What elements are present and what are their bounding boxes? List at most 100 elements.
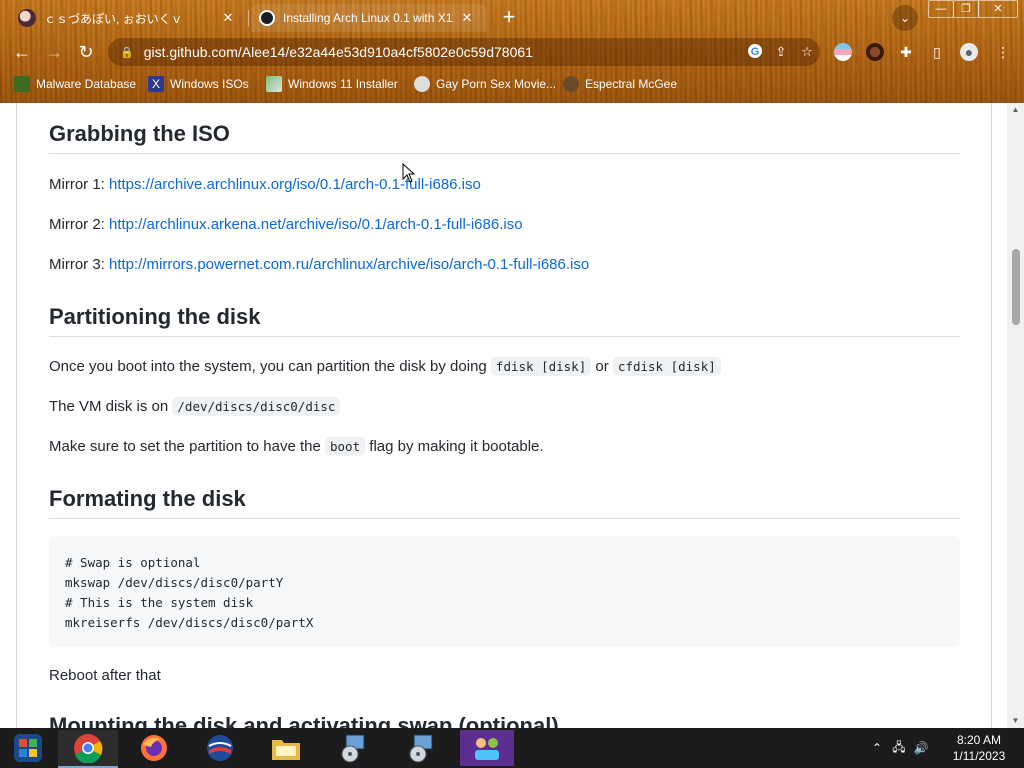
- lock-icon: 🔒: [120, 46, 134, 59]
- heading-mounting-disk: Mounting the disk and activating swap (o…: [49, 713, 960, 728]
- taskbar-network-app[interactable]: [460, 730, 514, 766]
- minimize-button[interactable]: —: [928, 0, 954, 18]
- forward-button[interactable]: →: [40, 38, 68, 66]
- bookmark-malware-database[interactable]: Malware Database: [14, 74, 136, 94]
- bookmark-windows-11-installer[interactable]: Windows 11 Installer: [266, 74, 398, 94]
- text: Reboot after that: [49, 667, 161, 684]
- text: The VM disk is on: [49, 398, 173, 415]
- mirror-1-link[interactable]: https://archive.archlinux.org/iso/0.1/ar…: [109, 176, 481, 193]
- browser-frame: ｃｓづあぽい, ぉおいくｖ ✕ Installing Arch Linux 0.…: [0, 0, 1024, 103]
- puzzle-extensions-icon[interactable]: ✚: [897, 43, 915, 61]
- flag-extension-icon[interactable]: [834, 43, 852, 61]
- windows-taskbar: ⌃ 🖧 🔊 8:20 AM 1/11/2023: [0, 728, 1024, 768]
- taskbar-vm-app-1[interactable]: [324, 730, 384, 766]
- close-window-button[interactable]: ✕: [978, 0, 1018, 18]
- menu-kebab-icon[interactable]: ⋮: [994, 43, 1012, 61]
- computer-cd-icon: [341, 734, 365, 763]
- tab-close-icon[interactable]: ✕: [220, 10, 236, 26]
- system-tray: ⌃ 🖧 🔊: [870, 728, 932, 768]
- taskbar-file-explorer[interactable]: [256, 730, 316, 766]
- github-icon: [259, 10, 275, 26]
- code-line: mkswap /dev/discs/disc0/partY: [65, 575, 284, 590]
- inline-code-disk-path: /dev/discs/disc0/disc: [172, 397, 341, 416]
- mouse-cursor-icon: [402, 163, 416, 183]
- arrow-right-icon: →: [45, 42, 63, 62]
- character-icon: [563, 76, 579, 92]
- mirror-3-paragraph: Mirror 3: http://mirrors.powernet.com.ru…: [49, 256, 589, 273]
- partition-paragraph-3: Make sure to set the partition to have t…: [49, 437, 544, 456]
- tab-title: ｃｓづあぽい, ぉおいくｖ: [44, 11, 183, 26]
- new-tab-button[interactable]: +: [496, 5, 522, 31]
- tab-separator: [248, 10, 249, 26]
- clock-date: 1/11/2023: [952, 749, 1006, 763]
- start-button[interactable]: [0, 730, 56, 766]
- scrollbar-thumb[interactable]: [1012, 249, 1020, 325]
- tab-search-button[interactable]: ⌄: [892, 5, 918, 31]
- clock-time: 8:20 AM: [956, 733, 1002, 747]
- google-lens-icon[interactable]: G: [742, 43, 768, 62]
- arrow-left-icon: ←: [13, 42, 31, 62]
- bookmark-star-icon[interactable]: ☆: [794, 44, 820, 60]
- share-icon[interactable]: ⇪: [768, 44, 794, 60]
- taskbar-app-globe[interactable]: [190, 730, 250, 766]
- x-logo-icon: X: [148, 76, 164, 92]
- tab-close-icon[interactable]: ✕: [459, 10, 475, 26]
- maximize-button[interactable]: ❐: [953, 0, 979, 18]
- account-avatar-icon[interactable]: ●: [960, 43, 978, 61]
- back-button[interactable]: ←: [8, 38, 36, 66]
- mirror-2-paragraph: Mirror 2: http://archlinux.arkena.net/ar…: [49, 216, 523, 233]
- bookmark-windows-isos[interactable]: X Windows ISOs: [148, 74, 249, 94]
- address-bar[interactable]: 🔒 gist.github.com/Alee14/e32a44e53d910a4…: [108, 38, 820, 66]
- bookmark-label: Espectral McGee: [585, 77, 678, 91]
- tab-gist[interactable]: Installing Arch Linux 0.1 with X11 ✕: [251, 4, 487, 32]
- inline-code-boot: boot: [325, 437, 366, 456]
- profile-extension-icon[interactable]: [866, 43, 884, 61]
- mirror-label: Mirror 2:: [49, 216, 109, 233]
- bookmark-label: Windows ISOs: [170, 77, 249, 91]
- url-text[interactable]: gist.github.com/Alee14/e32a44e53d910a4cf…: [144, 44, 742, 60]
- speaker-icon[interactable]: 🔊: [910, 741, 932, 755]
- code-line: mkreiserfs /dev/discs/disc0/partX: [65, 615, 314, 630]
- partition-paragraph-2: The VM disk is on /dev/discs/disc0/disc: [49, 397, 341, 416]
- inline-code-fdisk: fdisk [disk]: [490, 357, 592, 376]
- chevron-down-icon: ⌄: [899, 11, 911, 25]
- bookmark-label: Malware Database: [36, 77, 137, 91]
- mirror-label: Mirror 1:: [49, 176, 109, 193]
- mirror-3-link[interactable]: http://mirrors.powernet.com.ru/archlinux…: [109, 256, 589, 273]
- scroll-down-icon[interactable]: ▼: [1007, 714, 1024, 728]
- text: or: [591, 358, 613, 375]
- tab-anime[interactable]: ｃｓづあぽい, ぉおいくｖ ✕: [10, 4, 246, 32]
- tab-strip: ｃｓづあぽい, ぉおいくｖ ✕ Installing Arch Linux 0.…: [0, 0, 1024, 34]
- folder-icon: [272, 740, 300, 760]
- taskbar-vm-app-2[interactable]: [392, 730, 452, 766]
- code-block-format: # Swap is optional mkswap /dev/discs/dis…: [49, 536, 960, 647]
- mirror-2-link[interactable]: http://archlinux.arkena.net/archive/iso/…: [109, 216, 523, 233]
- network-icon[interactable]: 🖧: [888, 738, 910, 759]
- heading-grabbing-iso: Grabbing the ISO: [49, 121, 960, 154]
- reload-button[interactable]: ↻: [72, 38, 100, 66]
- code-line: # This is the system disk: [65, 595, 254, 610]
- anime-avatar-icon: [18, 9, 36, 27]
- taskbar-firefox[interactable]: [124, 730, 184, 766]
- side-panel-icon[interactable]: ▯: [928, 43, 946, 61]
- bookmark-espectral-mcgee[interactable]: Espectral McGee: [563, 74, 677, 94]
- tab-title: Installing Arch Linux 0.1 with X11: [283, 11, 453, 25]
- bookmark-gay-porn-sex-movie[interactable]: Gay Porn Sex Movie...: [414, 74, 556, 94]
- inline-code-cfdisk: cfdisk [disk]: [612, 357, 721, 376]
- taskbar-chrome[interactable]: [58, 730, 118, 768]
- users-network-icon: [475, 738, 499, 760]
- svg-text:G: G: [751, 46, 760, 58]
- heading-partitioning-disk: Partitioning the disk: [49, 304, 960, 337]
- image-icon: [266, 76, 282, 92]
- leaf-icon: [14, 76, 30, 92]
- toolbar: ← → ↻ 🔒 gist.github.com/Alee14/e32a44e53…: [0, 34, 1024, 70]
- taskbar-clock[interactable]: 8:20 AM 1/11/2023: [944, 732, 1014, 764]
- chevron-up-icon[interactable]: ⌃: [870, 741, 884, 755]
- cat-icon: [414, 76, 430, 92]
- scroll-up-icon[interactable]: ▲: [1007, 103, 1024, 117]
- firefox-icon: [141, 735, 167, 761]
- bookmark-label: Windows 11 Installer: [288, 77, 398, 91]
- page-scrollbar[interactable]: ▲ ▼: [1007, 103, 1024, 728]
- mirror-label: Mirror 3:: [49, 256, 109, 273]
- bookmark-label: Gay Porn Sex Movie...: [436, 77, 557, 91]
